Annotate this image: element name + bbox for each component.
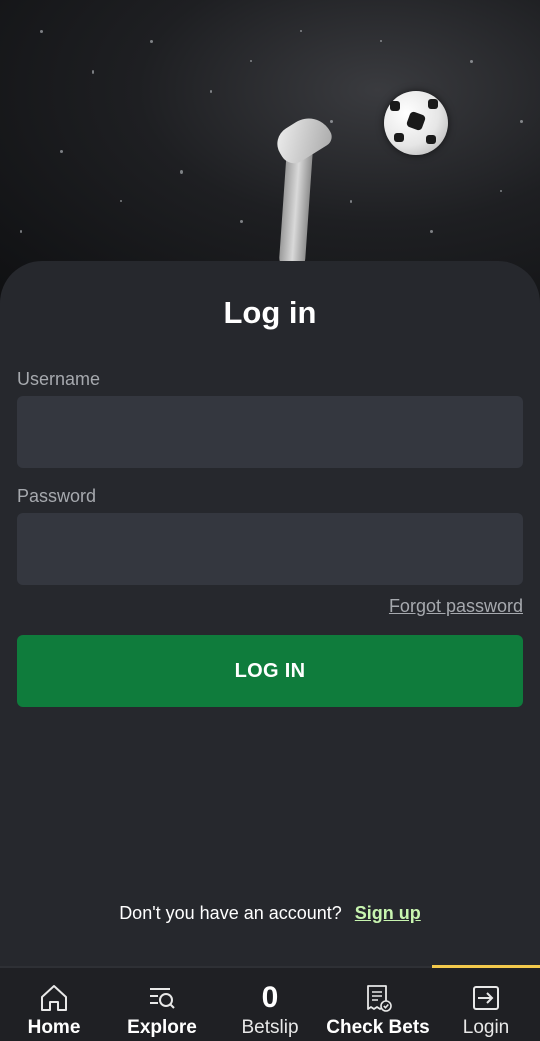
no-account-text: Don't you have an account? xyxy=(119,903,342,923)
hero-background-image xyxy=(0,0,540,300)
password-input[interactable] xyxy=(17,513,523,585)
home-icon xyxy=(38,981,70,1015)
betslip-count-value: 0 xyxy=(261,981,279,1014)
nav-item-betslip[interactable]: 0 Betslip xyxy=(216,968,324,1041)
page-title: Log in xyxy=(223,295,317,330)
nav-item-login[interactable]: Login xyxy=(432,965,540,1041)
receipt-check-icon xyxy=(363,981,393,1015)
bottom-nav: Home Explore 0 Betslip Check Bets Login xyxy=(0,965,540,1041)
nav-label-check-bets: Check Bets xyxy=(326,1017,430,1038)
username-label: Username xyxy=(17,369,101,389)
username-input[interactable] xyxy=(17,396,523,468)
login-arrow-icon xyxy=(470,981,502,1015)
nav-label-betslip: Betslip xyxy=(241,1017,299,1038)
login-submit-button[interactable]: LOG IN xyxy=(17,635,523,707)
nav-label-explore: Explore xyxy=(127,1017,197,1038)
forgot-password-link[interactable]: Forgot password xyxy=(389,596,523,617)
signup-link[interactable]: Sign up xyxy=(355,903,421,923)
nav-item-explore[interactable]: Explore xyxy=(108,968,216,1041)
betslip-count: 0 xyxy=(262,981,279,1015)
player-boot xyxy=(270,109,336,169)
explore-search-icon xyxy=(146,981,178,1015)
password-label: Password xyxy=(17,486,97,506)
nav-label-login: Login xyxy=(462,1017,510,1038)
nav-item-check-bets[interactable]: Check Bets xyxy=(324,968,432,1041)
nav-item-home[interactable]: Home xyxy=(0,968,108,1041)
nav-label-home: Home xyxy=(27,1017,81,1038)
soccer-ball-icon xyxy=(384,91,448,155)
signup-prompt: Don't you have an account? Sign up xyxy=(0,903,540,924)
